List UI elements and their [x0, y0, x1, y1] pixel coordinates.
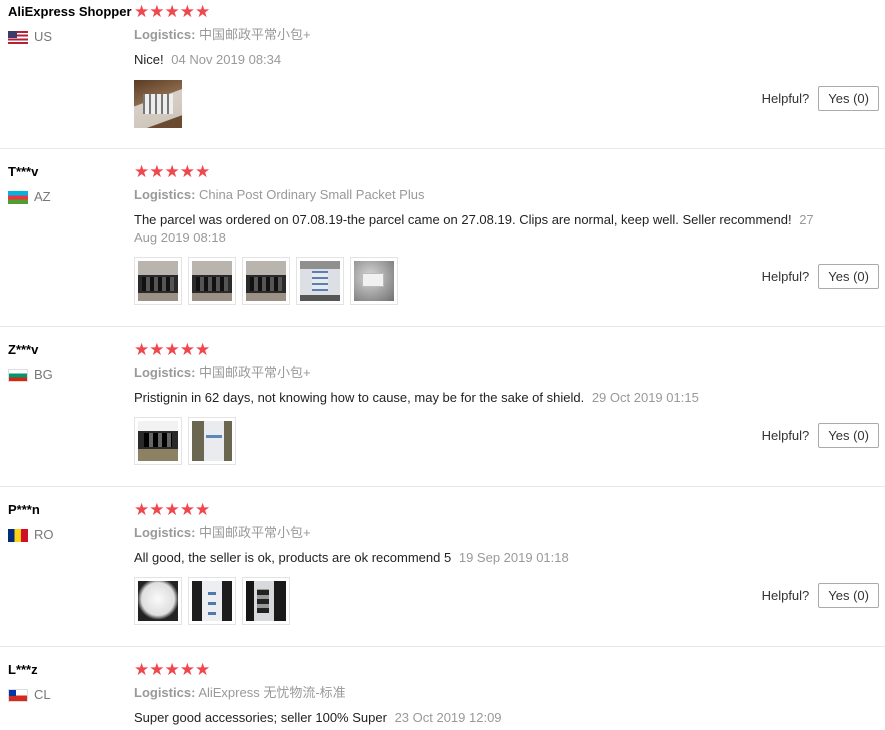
review-date: 29 Oct 2019 01:15: [591, 390, 699, 405]
star-rating: ★★★★★: [134, 162, 211, 181]
review-text: The parcel was ordered on 07.08.19-the p…: [134, 211, 834, 247]
helpful-yes-button[interactable]: Yes (0): [818, 264, 879, 289]
review-photo[interactable]: [134, 257, 182, 305]
country-code: RO: [34, 527, 54, 542]
reviewer-name: P***n: [8, 502, 40, 517]
logistics-label: Logistics:: [134, 27, 196, 42]
review-photo[interactable]: [242, 257, 290, 305]
review-item: AliExpress Shopper US ★★★★★ Logistics: 中…: [0, 0, 885, 149]
helpful-label: Helpful?: [761, 588, 810, 603]
review-body: Nice!: [134, 52, 164, 67]
logistics-info: Logistics: AliExpress 无忧物流-标准: [134, 685, 346, 701]
logistics-label: Logistics:: [134, 365, 196, 380]
review-body: The parcel was ordered on 07.08.19-the p…: [134, 212, 792, 227]
logistics-value: 中国邮政平常小包+: [199, 525, 311, 540]
cl-flag-icon: [8, 688, 28, 702]
review-text: Nice! 04 Nov 2019 08:34: [134, 51, 834, 69]
country-code: BG: [34, 367, 53, 382]
review-photo[interactable]: [188, 257, 236, 305]
logistics-value: China Post Ordinary Small Packet Plus: [199, 187, 425, 202]
review-body: Pristignin in 62 days, not knowing how t…: [134, 390, 585, 405]
review-photo[interactable]: [134, 80, 182, 128]
reviewer-name: T***v: [8, 164, 39, 179]
review-photos: [134, 577, 290, 625]
reviewer-country: RO: [8, 527, 54, 543]
country-code: US: [34, 29, 53, 44]
review-photo[interactable]: [134, 577, 182, 625]
star-rating: ★★★★★: [134, 660, 211, 679]
review-photos: [134, 257, 398, 305]
review-photo[interactable]: [350, 257, 398, 305]
us-flag-icon: [8, 30, 28, 44]
logistics-label: Logistics:: [134, 525, 196, 540]
logistics-value: AliExpress 无忧物流-标准: [198, 685, 346, 700]
reviewer-country: AZ: [8, 189, 51, 205]
logistics-info: Logistics: 中国邮政平常小包+: [134, 27, 311, 43]
logistics-info: Logistics: China Post Ordinary Small Pac…: [134, 187, 424, 203]
review-text: Super good accessories; seller 100% Supe…: [134, 709, 834, 727]
helpful-label: Helpful?: [761, 269, 810, 284]
logistics-info: Logistics: 中国邮政平常小包+: [134, 525, 311, 541]
logistics-label: Logistics:: [134, 685, 196, 700]
reviewer-name: AliExpress Shopper: [8, 4, 132, 19]
review-body: Super good accessories; seller 100% Supe…: [134, 710, 387, 725]
review-photos: [134, 80, 182, 128]
helpful-block: Helpful? Yes (0): [762, 583, 879, 608]
review-body: All good, the seller is ok, products are…: [134, 550, 452, 565]
reviewer-country: US: [8, 29, 52, 45]
review-photo[interactable]: [188, 577, 236, 625]
helpful-block: Helpful? Yes (0): [762, 86, 879, 111]
review-item: P***n RO ★★★★★ Logistics: 中国邮政平常小包+ All …: [0, 487, 885, 647]
review-photo[interactable]: [134, 417, 182, 465]
az-flag-icon: [8, 190, 28, 204]
review-date: 23 Oct 2019 12:09: [394, 710, 502, 725]
star-rating: ★★★★★: [134, 2, 211, 21]
review-photos: [134, 417, 236, 465]
helpful-block: Helpful? Yes (0): [762, 264, 879, 289]
helpful-yes-button[interactable]: Yes (0): [818, 423, 879, 448]
review-date: 19 Sep 2019 01:18: [458, 550, 569, 565]
logistics-info: Logistics: 中国邮政平常小包+: [134, 365, 311, 381]
logistics-value: 中国邮政平常小包+: [199, 365, 311, 380]
review-item: T***v AZ ★★★★★ Logistics: China Post Ord…: [0, 149, 885, 327]
ro-flag-icon: [8, 528, 28, 542]
review-text: Pristignin in 62 days, not knowing how t…: [134, 389, 834, 407]
helpful-label: Helpful?: [761, 428, 810, 443]
reviewer-name: L***z: [8, 662, 38, 677]
reviewer-country: CL: [8, 687, 51, 703]
star-rating: ★★★★★: [134, 500, 211, 519]
review-text: All good, the seller is ok, products are…: [134, 549, 834, 567]
helpful-yes-button[interactable]: Yes (0): [818, 583, 879, 608]
helpful-label: Helpful?: [761, 91, 810, 106]
logistics-value: 中国邮政平常小包+: [199, 27, 311, 42]
star-rating: ★★★★★: [134, 340, 211, 359]
review-photo[interactable]: [296, 257, 344, 305]
helpful-block: Helpful? Yes (0): [762, 423, 879, 448]
review-item: L***z CL ★★★★★ Logistics: AliExpress 无忧物…: [0, 647, 885, 730]
reviewer-country: BG: [8, 367, 53, 383]
logistics-label: Logistics:: [134, 187, 196, 202]
country-code: AZ: [34, 189, 51, 204]
review-date: 04 Nov 2019 08:34: [171, 52, 282, 67]
review-photo[interactable]: [188, 417, 236, 465]
review-item: Z***v BG ★★★★★ Logistics: 中国邮政平常小包+ Pris…: [0, 327, 885, 487]
reviewer-name: Z***v: [8, 342, 39, 357]
review-photo[interactable]: [242, 577, 290, 625]
bg-flag-icon: [8, 368, 28, 382]
helpful-yes-button[interactable]: Yes (0): [818, 86, 879, 111]
country-code: CL: [34, 687, 51, 702]
